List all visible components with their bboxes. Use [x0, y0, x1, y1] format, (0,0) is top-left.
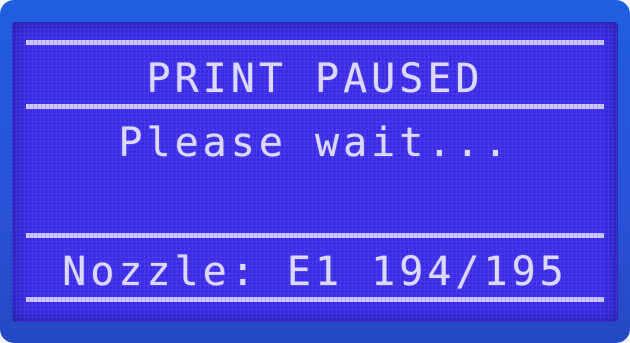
lcd-screen: PRINT PAUSED Please wait... Nozzle: E1 1…: [12, 22, 618, 322]
nozzle-status-text: Nozzle: E1 194/195: [62, 249, 568, 295]
status-divider: [26, 233, 604, 238]
top-divider: [26, 40, 604, 45]
title-text: PRINT PAUSED: [146, 56, 484, 102]
title-divider: [26, 104, 604, 109]
message-text: Please wait...: [118, 120, 512, 166]
printer-lcd-frame: PRINT PAUSED Please wait... Nozzle: E1 1…: [0, 0, 630, 343]
bottom-divider: [26, 297, 604, 302]
